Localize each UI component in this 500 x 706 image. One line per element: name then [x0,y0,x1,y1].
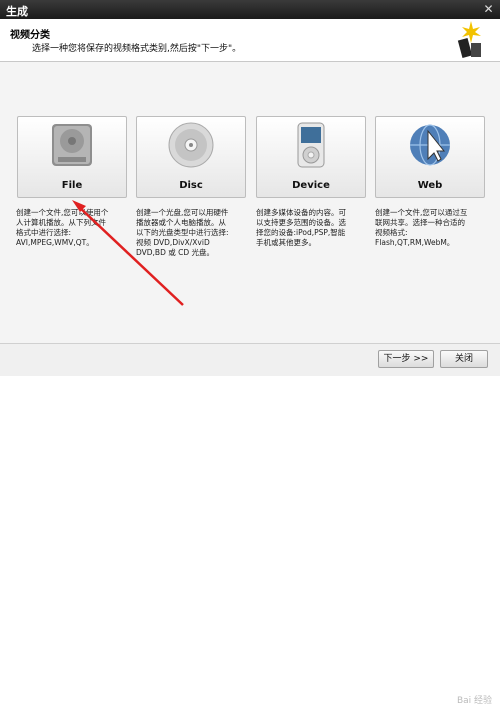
file-label: File [61,180,83,191]
wizard-icon [457,21,481,58]
close-icon[interactable]: ✕ [481,2,496,16]
web-label: Web [417,180,443,191]
window-title: 生成 [6,5,28,18]
disc-icon [168,122,214,168]
hard-drive-icon [52,124,92,166]
device-label: Device [292,180,330,191]
disc-description: 创建一个光盘,您可以用硬件 播放器或个人电脑播放。从 以下的光盘类型中进行选择:… [136,208,229,257]
page-title: 视频分类 [10,30,50,41]
close-button[interactable]: 关闭 [440,350,488,368]
device-option[interactable]: Device [256,116,366,198]
device-description: 创建多媒体设备的内容。可 以支持更多范围的设备。选 择您的设备:iPod,PSP… [256,208,346,247]
header: 视频分类 选择一种您将保存的视频格式类别,然后按"下一步"。 [0,19,500,62]
web-description: 创建一个文件,您可以通过互 联网共享。选择一种合适的 视频格式: Flash,Q… [375,208,468,247]
file-option[interactable]: File [17,116,127,198]
web-option[interactable]: Web [375,116,485,198]
generate-dialog: 生成 ✕ 视频分类 选择一种您将保存的视频格式类别,然后按"下一步"。 File [0,0,500,706]
watermark: Bai 经验 [456,696,492,706]
next-button[interactable]: 下一步 >> [378,350,434,368]
disc-option[interactable]: Disc [136,116,246,198]
title-bar: 生成 ✕ [0,0,500,19]
media-player-icon [297,122,325,168]
file-description: 创建一个文件,您可以使用个 人计算机播放。从下列文件 格式中进行选择: AVI,… [16,208,109,247]
page-subtitle: 选择一种您将保存的视频格式类别,然后按"下一步"。 [32,44,242,54]
disc-label: Disc [179,180,203,191]
content-panel [0,62,500,343]
globe-cursor-icon [410,124,450,166]
